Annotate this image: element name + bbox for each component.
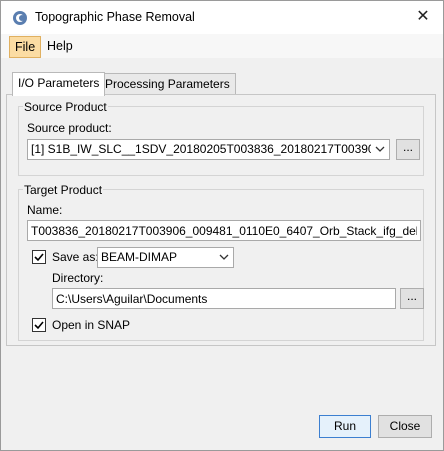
target-name-field[interactable] [27, 220, 421, 241]
close-window-icon[interactable]: ✕ [409, 5, 437, 29]
directory-label: Directory: [52, 271, 104, 285]
checkmark-icon [34, 321, 44, 330]
checkmark-icon [34, 253, 44, 262]
menu-help[interactable]: Help [42, 36, 78, 56]
close-button[interactable]: Close [378, 415, 432, 438]
source-product-select[interactable]: [1] S1B_IW_SLC__1SDV_20180205T003836_201… [27, 139, 390, 160]
chevron-down-icon [375, 146, 385, 152]
menu-file[interactable]: File [9, 36, 42, 58]
run-button[interactable]: Run [319, 415, 371, 438]
save-as-label: Save as: [52, 250, 99, 264]
menu-bar: File Help [1, 34, 443, 58]
tab-processing-parameters[interactable]: Processing Parameters [99, 73, 236, 95]
chevron-down-icon [219, 254, 229, 260]
target-name-label: Name: [27, 203, 63, 217]
source-browse-button[interactable]: ... [396, 139, 420, 160]
target-name-input[interactable] [28, 221, 420, 240]
directory-input[interactable] [53, 289, 395, 308]
io-parameters-panel: Source Product Source product: [1] S1B_I… [6, 94, 436, 346]
directory-field[interactable] [52, 288, 396, 309]
snap-app-icon [13, 11, 27, 25]
target-product-group-title: Target Product [23, 183, 104, 197]
source-product-selected: [1] S1B_IW_SLC__1SDV_20180205T003836_201… [31, 142, 371, 156]
source-product-group-title: Source Product [23, 100, 108, 114]
directory-browse-button[interactable]: ... [400, 288, 424, 309]
tab-io-parameters[interactable]: I/O Parameters [12, 72, 106, 96]
save-as-checkbox[interactable] [32, 250, 46, 264]
source-product-group: Source Product Source product: [1] S1B_I… [18, 100, 424, 176]
source-product-label: Source product: [27, 121, 112, 135]
save-format-select[interactable]: BEAM-DIMAP [97, 247, 234, 268]
target-product-group: Target Product Name: Save as: BEAM-DIMAP… [18, 183, 424, 341]
open-in-snap-label: Open in SNAP [52, 318, 131, 332]
save-format-selected: BEAM-DIMAP [101, 250, 178, 264]
title-bar: Topographic Phase Removal ✕ [1, 1, 443, 34]
dialog-window: Topographic Phase Removal ✕ File Help I/… [0, 0, 444, 451]
window-title: Topographic Phase Removal [35, 10, 195, 24]
open-in-snap-checkbox[interactable] [32, 318, 46, 332]
